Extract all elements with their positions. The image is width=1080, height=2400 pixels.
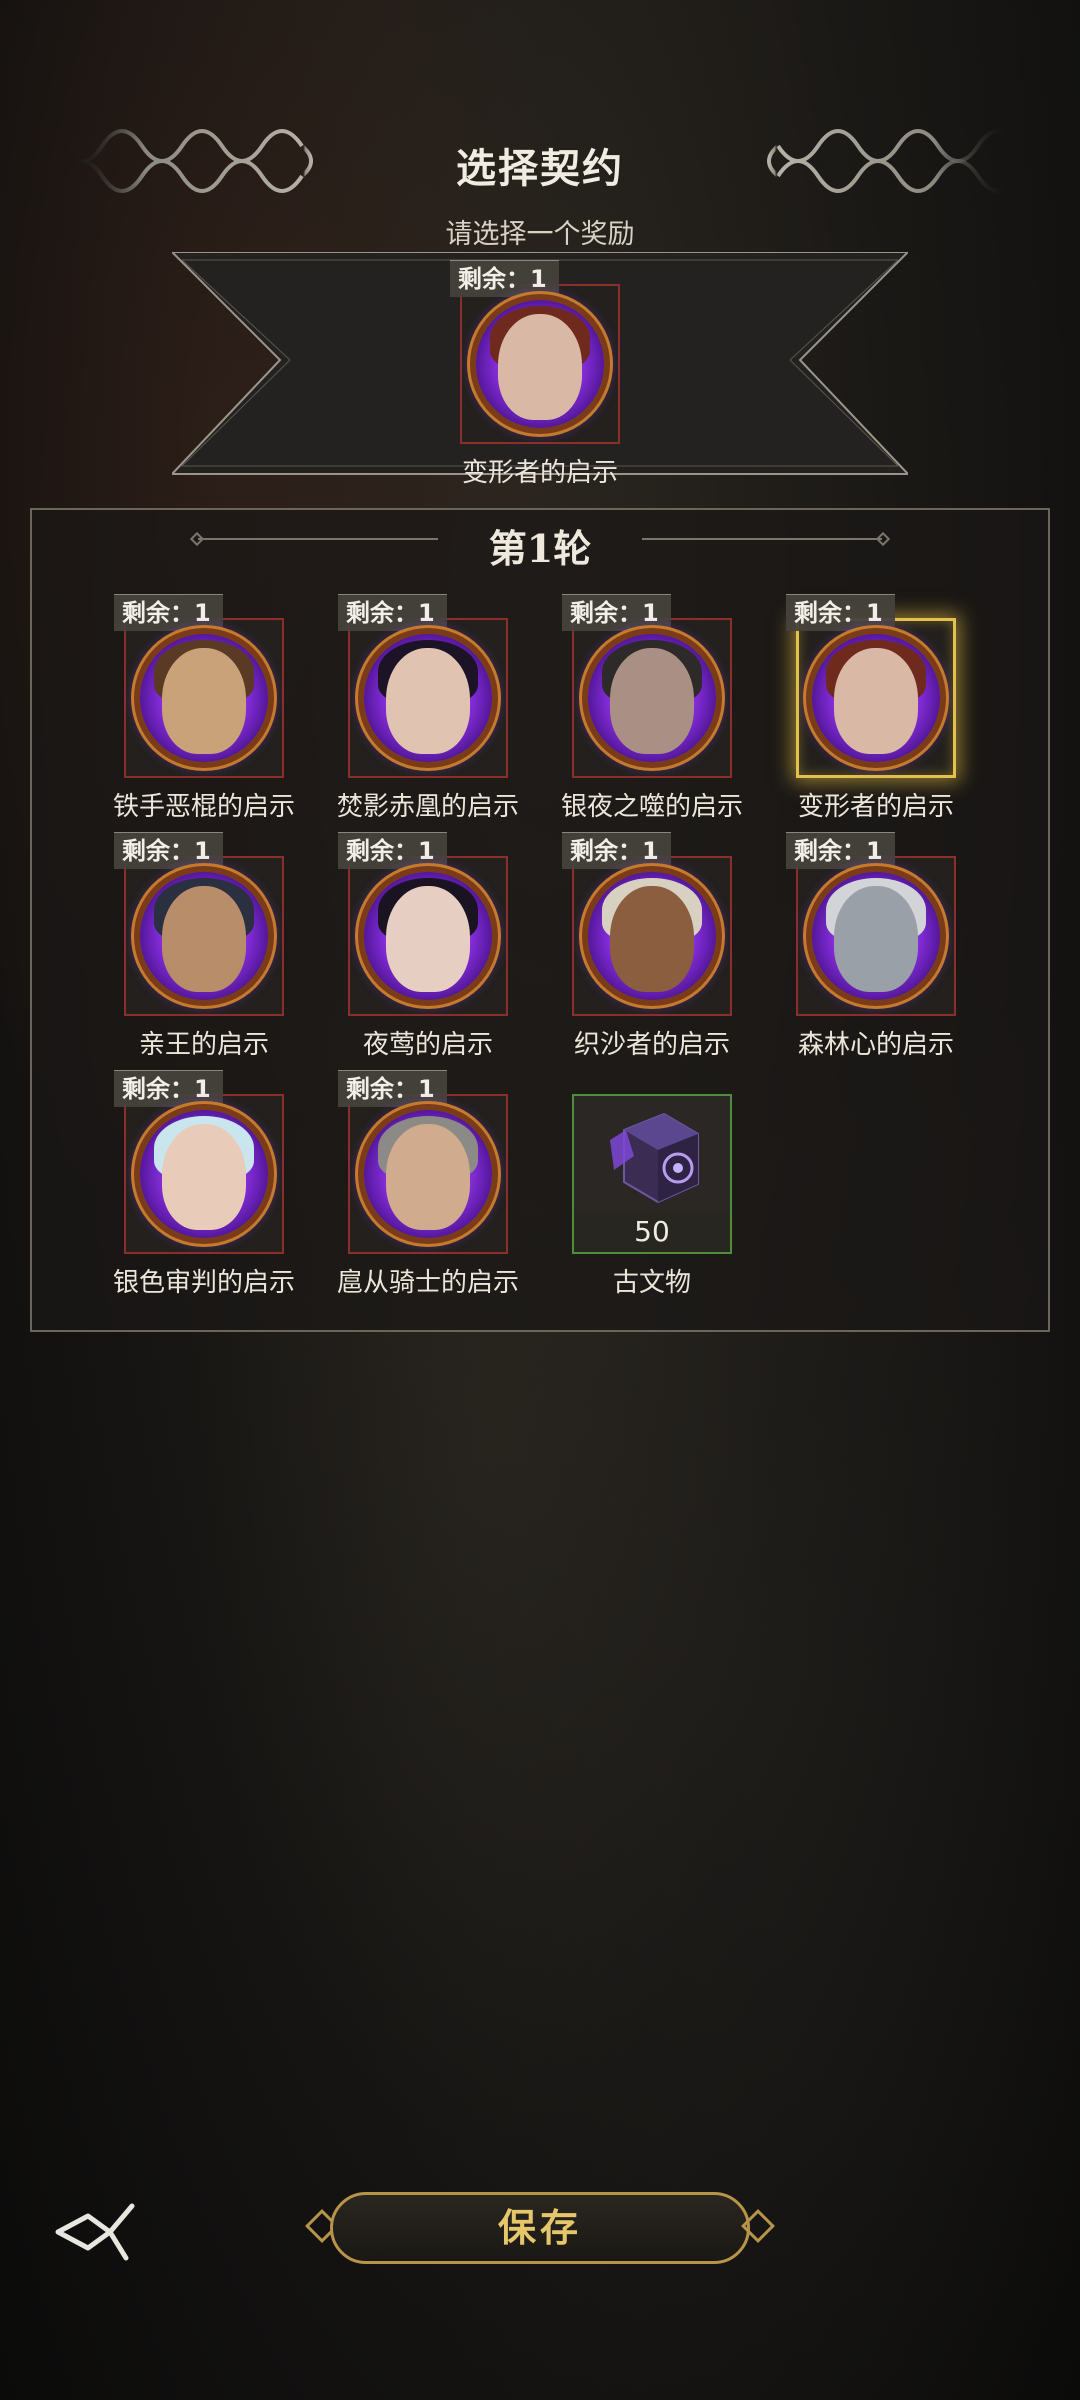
contract-card-7[interactable]: 剩余：1 织沙者的启示	[562, 832, 732, 1060]
selected-reward-banner: 剩余：1 变形者的启示	[172, 252, 908, 488]
remain-badge: 剩余：1	[114, 832, 223, 869]
shapeshifter-portrait-icon	[812, 634, 940, 762]
remain-badge: 剩余：1	[562, 594, 671, 631]
card-name: 变形者的启示	[797, 792, 954, 822]
remain-badge: 剩余：1	[786, 832, 895, 869]
forest-heart-portrait-icon	[812, 872, 940, 1000]
nightingale-portrait-icon	[364, 872, 492, 1000]
card-name: 森林心的启示	[797, 1030, 954, 1060]
header: 选择契约	[0, 120, 1080, 200]
contract-card-3[interactable]: 剩余：1 银夜之噬的启示	[561, 594, 743, 822]
contract-card-5[interactable]: 剩余：1 亲王的启示	[114, 832, 284, 1060]
contract-card-6[interactable]: 剩余：1 夜莺的启示	[338, 832, 508, 1060]
card-name: 古文物	[612, 1268, 691, 1298]
contract-card-8[interactable]: 剩余：1 森林心的启示	[786, 832, 956, 1060]
remain-badge: 剩余：1	[450, 260, 559, 297]
contract-card-4-selected[interactable]: 剩余：1 变形者的启示	[786, 594, 956, 822]
dark-haired-woman-portrait-icon	[364, 634, 492, 762]
remain-badge: 剩余：1	[114, 1070, 223, 1107]
contract-card-10[interactable]: 剩余：1 扈从骑士的启示	[337, 1070, 519, 1298]
card-name: 扈从骑士的启示	[336, 1268, 519, 1298]
prince-portrait-icon	[140, 872, 268, 1000]
remain-badge: 剩余：1	[786, 594, 895, 631]
card-name: 银色审判的启示	[112, 1268, 295, 1298]
relic-cube-icon	[610, 1112, 699, 1204]
card-name: 铁手恶棍的启示	[112, 792, 295, 822]
remain-badge: 剩余：1	[338, 1070, 447, 1107]
contract-card-2[interactable]: 剩余：1 焚影赤凰的启示	[337, 594, 519, 822]
page-title: 选择契约	[456, 145, 624, 192]
card-name: 银夜之噬的启示	[560, 792, 743, 822]
card-name: 夜莺的启示	[362, 1030, 493, 1060]
reward-name: 变形者的启示	[461, 458, 618, 488]
card-name: 焚影赤凰的启示	[336, 792, 519, 822]
silver-judge-portrait-icon	[140, 1110, 268, 1238]
card-name: 织沙者的启示	[573, 1030, 730, 1060]
contract-card-1[interactable]: 剩余：1 铁手恶棍的启示	[113, 594, 295, 822]
masked-man-portrait-icon	[588, 634, 716, 762]
relic-card[interactable]: 50 古文物	[572, 1070, 732, 1298]
remain-badge: 剩余：1	[114, 594, 223, 631]
relic-count: 50	[574, 1212, 730, 1252]
divider-line	[642, 538, 882, 540]
squire-knight-portrait-icon	[364, 1110, 492, 1238]
contract-card-9[interactable]: 剩余：1 银色审判的启示	[113, 1070, 295, 1298]
back-arrow-icon[interactable]	[52, 2196, 142, 2266]
page-subtitle: 请选择一个奖励	[445, 219, 635, 250]
save-button[interactable]: 保存	[330, 2192, 750, 2264]
remain-badge: 剩余：1	[338, 594, 447, 631]
sandweaver-portrait-icon	[588, 872, 716, 1000]
selected-reward-card[interactable]: 剩余：1 变形者的启示	[450, 260, 620, 488]
round-title: 第1轮	[488, 526, 592, 571]
bearded-dwarf-portrait-icon	[140, 634, 268, 762]
shapeshifter-portrait-icon	[476, 300, 604, 428]
remain-badge: 剩余：1	[562, 832, 671, 869]
card-name: 亲王的启示	[138, 1030, 269, 1060]
round-panel: 第1轮 剩余：1 铁手恶棍的启示 剩余：1 焚影赤凰的启示 剩余：1 银夜之噬的…	[30, 508, 1050, 1332]
remain-badge: 剩余：1	[338, 832, 447, 869]
